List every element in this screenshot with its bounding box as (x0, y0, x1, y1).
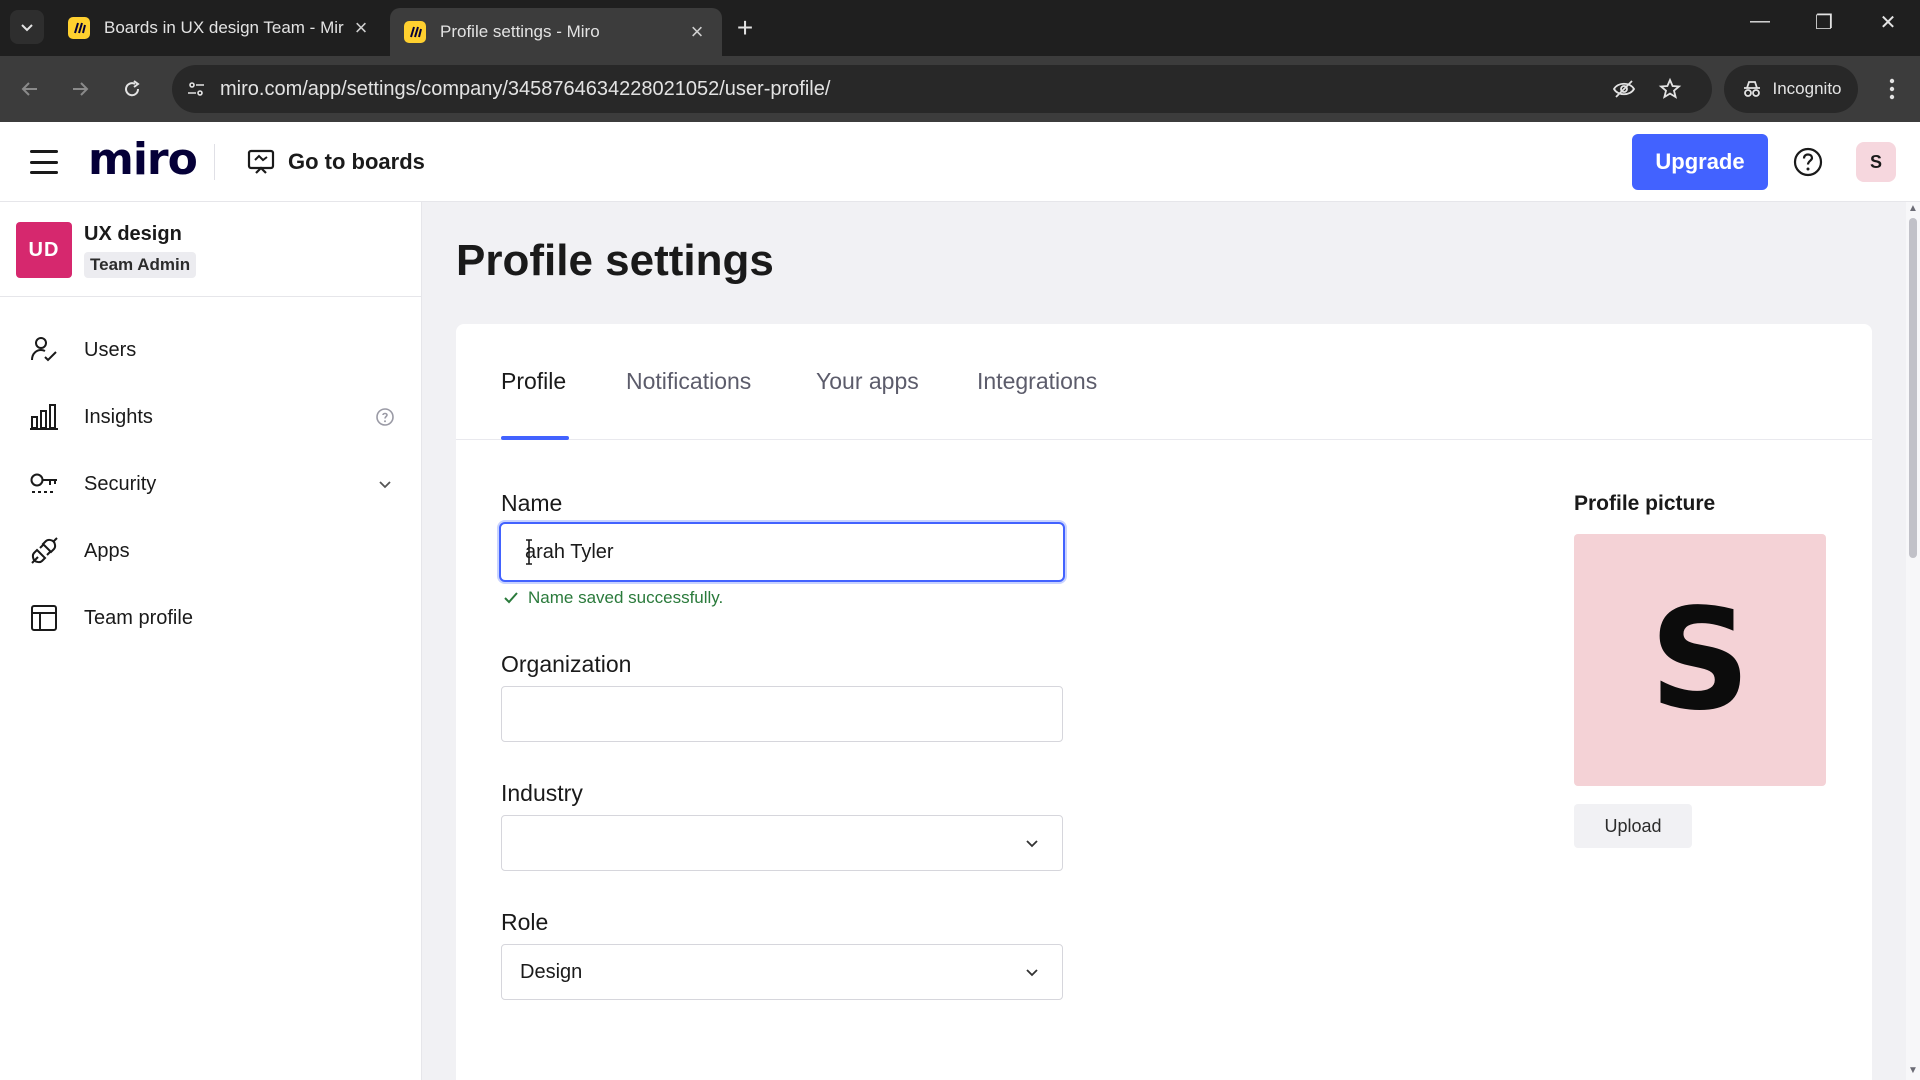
tab-your-apps[interactable]: Your apps (816, 368, 919, 395)
team-info: UX design Team Admin (84, 222, 197, 278)
text-cursor-icon (526, 539, 532, 565)
tab-title: Profile settings - Miro (440, 22, 600, 41)
miro-favicon-icon (68, 17, 90, 39)
scroll-thumb[interactable] (1909, 218, 1917, 558)
organization-label: Organization (501, 651, 632, 677)
user-check-icon (28, 334, 60, 366)
sidebar-item-security[interactable]: Security (0, 454, 421, 514)
profile-picture: S (1574, 534, 1826, 786)
name-field[interactable]: arah Tyler (499, 522, 1065, 582)
name-label: Name (501, 490, 563, 516)
scroll-up-icon[interactable]: ▲ (1908, 204, 1918, 214)
tab-search-button[interactable] (10, 10, 44, 44)
browser-tab-boards[interactable]: Boards in UX design Team - Mir × (54, 8, 386, 48)
team-avatar: UD (16, 222, 72, 278)
role-label: Role (501, 909, 549, 935)
key-icon (28, 468, 60, 500)
tab-title: Boards in UX design Team - Mir (104, 18, 344, 37)
site-info-icon[interactable] (186, 79, 206, 99)
url-text: miro.com/app/settings/company/3458764634… (220, 77, 831, 100)
sidebar-divider (0, 296, 421, 297)
upload-button[interactable]: Upload (1574, 804, 1692, 848)
incognito-indicator[interactable]: Incognito (1724, 65, 1858, 113)
name-saved-message: Name saved successfully. (502, 588, 723, 608)
sidebar-item-users[interactable]: Users (0, 320, 421, 380)
layout-icon (28, 602, 60, 634)
forward-icon[interactable] (64, 73, 96, 105)
active-tab-indicator (501, 436, 569, 440)
team-name: UX design (84, 222, 182, 245)
address-bar[interactable]: miro.com/app/settings/company/3458764634… (172, 65, 1712, 113)
sidebar-item-label: Team profile (84, 606, 193, 629)
browser-tab-profile-settings[interactable]: Profile settings - Miro × (390, 8, 722, 56)
minimize-icon[interactable]: — (1740, 10, 1780, 33)
sidebar-item-apps[interactable]: Apps (0, 521, 421, 581)
restore-icon[interactable]: ❐ (1804, 10, 1844, 35)
go-to-boards-label: Go to boards (288, 149, 425, 174)
help-icon[interactable] (1792, 146, 1824, 178)
menu-icon[interactable] (30, 150, 58, 174)
sidebar-item-label: Users (84, 338, 137, 361)
new-tab-icon[interactable]: + (730, 12, 760, 44)
go-to-boards-button[interactable]: Go to boards (246, 144, 425, 180)
incognito-label: Incognito (1772, 79, 1842, 98)
upgrade-button[interactable]: Upgrade (1632, 134, 1768, 190)
sidebar-item-label: Apps (84, 539, 130, 562)
miro-favicon-icon (404, 21, 426, 43)
team-switcher[interactable]: UD UX design Team Admin (16, 222, 197, 278)
miro-logo[interactable]: miro (88, 134, 198, 185)
close-tab-icon[interactable]: × (350, 15, 372, 41)
role-select-value: Design (520, 960, 583, 983)
info-icon[interactable] (374, 406, 396, 428)
organization-field[interactable] (501, 686, 1063, 742)
industry-select[interactable] (501, 815, 1063, 871)
profile-picture-label: Profile picture (1574, 492, 1716, 515)
profile-settings-card: Profile Notifications Your apps Integrat… (456, 324, 1872, 1080)
plug-icon (28, 535, 60, 567)
sidebar-item-insights[interactable]: Insights (0, 387, 421, 447)
chevron-down-icon (1026, 840, 1038, 848)
app-header: miro Go to boards Upgrade S (0, 122, 1920, 202)
role-select[interactable]: Design (501, 944, 1063, 1000)
tab-notifications[interactable]: Notifications (626, 368, 751, 395)
settings-sidebar: UD UX design Team Admin Users Insights S… (0, 202, 422, 1080)
window-close-icon[interactable]: ✕ (1868, 10, 1908, 35)
back-icon[interactable] (14, 73, 46, 105)
chevron-down-icon[interactable] (374, 473, 396, 495)
sidebar-item-team-profile[interactable]: Team profile (0, 588, 421, 648)
user-avatar[interactable]: S (1856, 142, 1896, 182)
browser-toolbar: miro.com/app/settings/company/3458764634… (0, 56, 1920, 122)
boards-icon (247, 149, 275, 174)
success-text: Name saved successfully. (528, 588, 724, 607)
chevron-down-icon (21, 24, 33, 32)
bookmark-star-icon[interactable] (1658, 77, 1682, 101)
team-role-badge: Team Admin (84, 251, 197, 278)
incognito-icon (1743, 81, 1760, 97)
tab-profile[interactable]: Profile (501, 368, 566, 395)
checkmark-icon (504, 592, 518, 604)
reload-icon[interactable] (116, 73, 148, 105)
scroll-down-icon[interactable]: ▼ (1908, 1066, 1918, 1076)
settings-tabs: Profile Notifications Your apps Integrat… (456, 324, 1872, 440)
sidebar-item-label: Insights (84, 405, 153, 428)
eye-off-icon[interactable] (1612, 77, 1636, 101)
browser-menu-icon[interactable] (1876, 73, 1908, 105)
close-tab-icon[interactable]: × (686, 19, 708, 45)
sidebar-item-label: Security (84, 472, 157, 495)
page-scrollbar[interactable]: ▲ ▼ (1906, 202, 1920, 1080)
bar-chart-icon (28, 401, 60, 433)
chevron-down-icon (1026, 969, 1038, 977)
industry-label: Industry (501, 780, 583, 806)
header-divider (214, 144, 215, 180)
page-title: Profile settings (456, 236, 774, 285)
tab-integrations[interactable]: Integrations (977, 368, 1097, 395)
browser-tabstrip: Boards in UX design Team - Mir × Profile… (0, 0, 1920, 56)
